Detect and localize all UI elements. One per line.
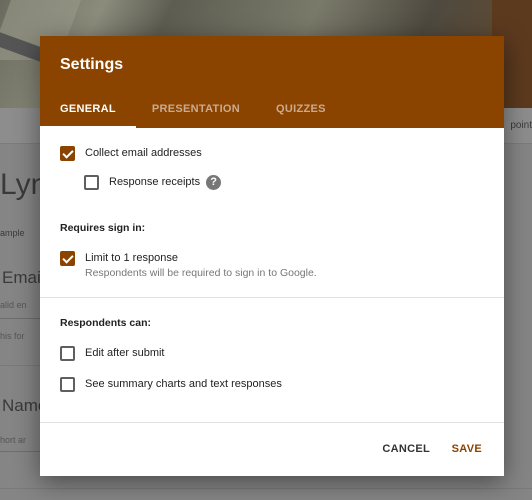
limit-one-response-sublabel: Respondents will be required to sign in … xyxy=(85,267,317,279)
response-receipts-row[interactable]: Response receipts ? xyxy=(84,175,484,190)
points-fragment: point xyxy=(510,120,532,131)
dialog-footer: CANCEL SAVE xyxy=(40,422,504,476)
tab-quizzes[interactable]: QUIZZES xyxy=(276,98,326,128)
short-answer-fragment: hort ar xyxy=(0,435,27,445)
see-summary-label: See summary charts and text responses xyxy=(85,378,282,390)
collect-email-row[interactable]: Collect email addresses xyxy=(60,146,484,161)
collect-email-checkbox[interactable] xyxy=(60,146,75,161)
tab-presentation[interactable]: PRESENTATION xyxy=(152,98,240,128)
respondents-can-heading: Respondents can: xyxy=(60,317,152,329)
limit-one-response-label: Limit to 1 response xyxy=(85,252,178,264)
tab-general[interactable]: GENERAL xyxy=(40,98,136,128)
dialog-header: Settings GENERAL PRESENTATION QUIZZES xyxy=(40,36,504,128)
dialog-title: Settings xyxy=(60,56,124,73)
form-description-fragment: ample xyxy=(0,228,25,238)
collect-email-label: Collect email addresses xyxy=(85,147,202,159)
edit-after-submit-row[interactable]: Edit after submit xyxy=(60,346,484,361)
email-hint-fragment: alid en xyxy=(0,300,27,310)
help-icon[interactable]: ? xyxy=(206,175,222,190)
limit-one-response-row[interactable]: Limit to 1 response Respondents will be … xyxy=(60,251,484,280)
respondents-section: Respondents can: Edit after submit See s… xyxy=(40,298,504,392)
sign-in-section: Requires sign in: Limit to 1 response Re… xyxy=(40,190,504,280)
limit-one-response-checkbox[interactable] xyxy=(60,251,75,266)
email-question-fragment: Emai xyxy=(2,268,41,287)
see-summary-row[interactable]: See summary charts and text responses xyxy=(60,377,484,392)
save-button[interactable]: SAVE xyxy=(452,443,482,455)
response-receipts-checkbox[interactable] xyxy=(84,175,99,190)
settings-dialog: Settings GENERAL PRESENTATION QUIZZES Co… xyxy=(40,36,504,476)
email-section: Collect email addresses Response receipt… xyxy=(40,128,504,190)
form-hint-fragment: his for xyxy=(0,331,25,341)
requires-sign-in-heading: Requires sign in: xyxy=(60,222,146,234)
screen: point Lyn ample Emai alid en his for Nam… xyxy=(0,0,532,500)
settings-tabs: GENERAL PRESENTATION QUIZZES xyxy=(40,98,362,128)
see-summary-checkbox[interactable] xyxy=(60,377,75,392)
edit-after-submit-label: Edit after submit xyxy=(85,347,165,359)
edit-after-submit-checkbox[interactable] xyxy=(60,346,75,361)
cancel-button[interactable]: CANCEL xyxy=(382,443,430,455)
response-receipts-label: Response receipts xyxy=(109,176,201,188)
